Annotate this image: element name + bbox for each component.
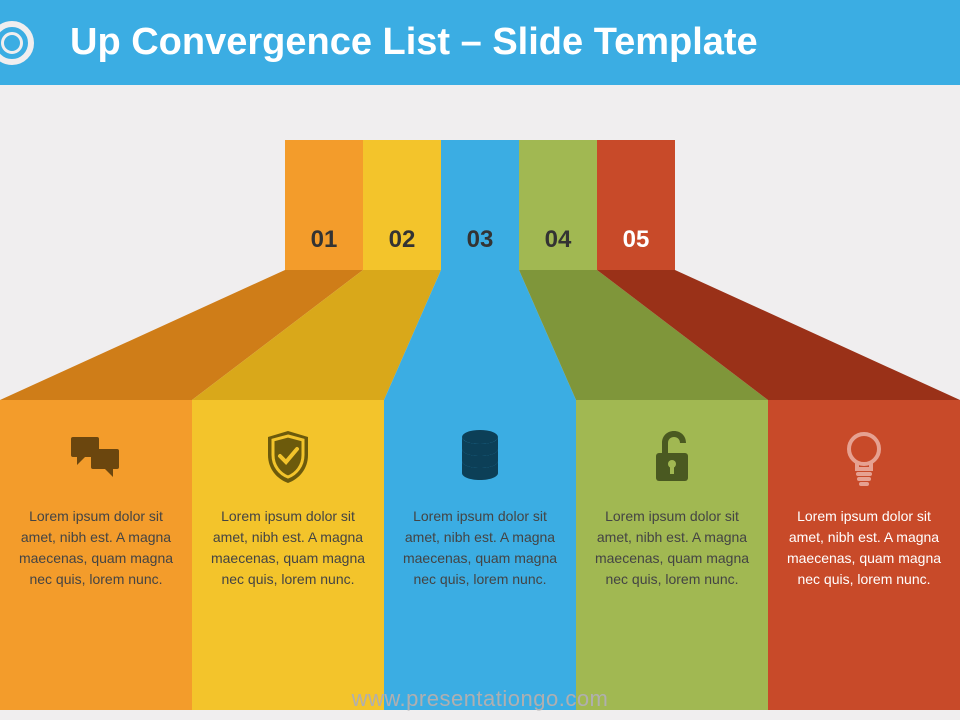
title-bar: Up Convergence List – Slide Template (0, 0, 960, 85)
title-ornament-icon (0, 21, 34, 65)
top-bar-04: 04 (519, 140, 597, 270)
column-text: Lorem ipsum dolor sit amet, nibh est. A … (594, 506, 750, 590)
slide-title: Up Convergence List – Slide Template (70, 21, 758, 64)
database-icon (402, 422, 558, 492)
column-03: Lorem ipsum dolor sit amet, nibh est. A … (384, 400, 576, 710)
column-02: Lorem ipsum dolor sit amet, nibh est. A … (192, 400, 384, 710)
watermark-url: www.presentationgo.com (0, 686, 960, 712)
top-bar-02: 02 (363, 140, 441, 270)
top-bar-number: 04 (545, 226, 572, 254)
column-text: Lorem ipsum dolor sit amet, nibh est. A … (18, 506, 174, 590)
connector-shapes (0, 270, 960, 400)
bulb-icon (786, 422, 942, 492)
column-01: Lorem ipsum dolor sit amet, nibh est. A … (0, 400, 192, 710)
chat-icon (18, 422, 174, 492)
lock-icon (594, 422, 750, 492)
top-bar-number: 02 (389, 226, 416, 254)
top-bar-number: 05 (623, 226, 650, 254)
column-text: Lorem ipsum dolor sit amet, nibh est. A … (210, 506, 366, 590)
shield-icon (210, 422, 366, 492)
top-bar-05: 05 (597, 140, 675, 270)
column-text: Lorem ipsum dolor sit amet, nibh est. A … (402, 506, 558, 590)
column-text: Lorem ipsum dolor sit amet, nibh est. A … (786, 506, 942, 590)
convergence-diagram: 01 02 03 04 05 (0, 95, 960, 675)
top-bar-number: 01 (311, 226, 338, 254)
column-04: Lorem ipsum dolor sit amet, nibh est. A … (576, 400, 768, 710)
column-05: Lorem ipsum dolor sit amet, nibh est. A … (768, 400, 960, 710)
top-bar-01: 01 (285, 140, 363, 270)
top-bar-number: 03 (467, 226, 494, 254)
top-bars: 01 02 03 04 05 (285, 140, 675, 270)
top-bar-03: 03 (441, 140, 519, 270)
bottom-columns: Lorem ipsum dolor sit amet, nibh est. A … (0, 400, 960, 710)
